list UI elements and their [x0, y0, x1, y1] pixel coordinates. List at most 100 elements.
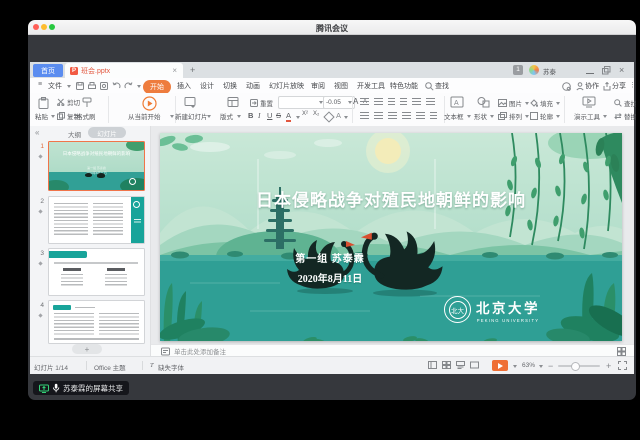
align-left-icon[interactable]: [360, 112, 369, 120]
wps-home-button[interactable]: 首页: [33, 64, 63, 77]
underline-button[interactable]: U: [267, 111, 272, 120]
save-icon[interactable]: [76, 82, 84, 90]
notes-layout-icon[interactable]: [617, 347, 626, 356]
tab-devtools[interactable]: 开发工具: [357, 81, 385, 91]
screen-share-banner[interactable]: 苏泰霖的屏幕共享: [33, 381, 129, 395]
redo-icon[interactable]: [124, 82, 133, 90]
overflow-menu-icon[interactable]: ⋮: [629, 81, 636, 89]
document-tab[interactable]: P 班会.pptx ×: [65, 63, 183, 78]
numbering-icon[interactable]: [374, 98, 383, 106]
fill-button[interactable]: 填充: [530, 98, 560, 108]
columns-icon[interactable]: [412, 98, 421, 106]
close-tab-icon[interactable]: ×: [172, 66, 177, 75]
account-name[interactable]: 苏泰: [543, 66, 556, 76]
print-preview-icon[interactable]: [100, 82, 108, 90]
account-avatar[interactable]: [529, 65, 539, 75]
text-direction-icon[interactable]: [426, 98, 435, 106]
print-icon[interactable]: [88, 82, 96, 90]
tab-review[interactable]: 审阅: [311, 81, 325, 91]
present-tools-button[interactable]: 演示工具: [574, 111, 600, 121]
find-menu-label[interactable]: 查找: [435, 81, 449, 91]
format-painter-button[interactable]: 格式刷: [76, 111, 96, 121]
slides-tab[interactable]: 幻灯片: [88, 127, 126, 138]
slide-canvas[interactable]: 日本侵略战争对殖民地朝鲜的影响 第一组 苏泰霖 2020年8月11日 北大 北京…: [160, 133, 622, 341]
search-icon[interactable]: [425, 82, 434, 91]
shapes-button[interactable]: 形状: [474, 111, 487, 121]
slide-sorter-view-icon[interactable]: [442, 361, 451, 369]
align-justify-icon[interactable]: [402, 112, 411, 120]
quickbar-more-icon[interactable]: [137, 85, 141, 88]
reset-button[interactable]: 重置: [250, 98, 273, 108]
tab-animation[interactable]: 动画: [246, 81, 260, 91]
paste-button[interactable]: 粘贴: [35, 111, 48, 121]
window-minimize-button[interactable]: [586, 65, 594, 74]
replace-button[interactable]: 替换: [614, 111, 636, 121]
animation-indicator-icon[interactable]: [38, 209, 42, 213]
outline-button[interactable]: 轮廓: [530, 111, 560, 121]
animation-indicator-icon[interactable]: [38, 313, 42, 317]
play-from-current-icon[interactable]: [142, 96, 157, 111]
new-tab-icon[interactable]: +: [190, 65, 195, 75]
textbox-button[interactable]: 文本框: [444, 111, 464, 121]
bold-button[interactable]: B: [248, 111, 253, 120]
line-spacing-icon[interactable]: [430, 112, 437, 120]
present-tools-icon[interactable]: [582, 96, 596, 108]
fullscreen-icon[interactable]: [618, 361, 627, 370]
slide-thumbnail-3[interactable]: [48, 248, 145, 296]
new-slide-icon[interactable]: [184, 96, 197, 109]
cut-button[interactable]: 剪切: [57, 97, 80, 107]
font-color-button[interactable]: A: [286, 111, 291, 122]
outline-tab[interactable]: 大纲: [68, 129, 81, 139]
slide-presenter[interactable]: 第一组 苏泰霖: [160, 250, 500, 265]
share-label[interactable]: 分享: [612, 81, 626, 91]
hamburger-icon[interactable]: ≡: [38, 81, 42, 88]
slide-thumbnail-4[interactable]: [48, 300, 145, 344]
normal-view-icon[interactable]: [428, 361, 437, 369]
highlight-color-icon[interactable]: [323, 111, 334, 122]
reading-view-icon[interactable]: [470, 361, 479, 369]
arrange-button[interactable]: 排列: [498, 111, 529, 121]
zoom-in-button[interactable]: +: [606, 361, 611, 371]
collapse-panel-icon[interactable]: «: [35, 128, 39, 137]
indent-icon[interactable]: [400, 98, 407, 106]
play-slideshow-button[interactable]: [492, 360, 508, 371]
window-restore-button[interactable]: [602, 66, 611, 75]
tab-slideshow[interactable]: 幻灯片放映: [269, 81, 304, 91]
tab-home[interactable]: 开始: [143, 80, 171, 94]
textbox-icon[interactable]: A: [450, 96, 464, 108]
paste-icon[interactable]: [38, 97, 49, 109]
increase-font-icon[interactable]: A: [353, 97, 358, 106]
strikethrough-button[interactable]: S: [276, 111, 281, 120]
slide-title[interactable]: 日本侵略战争对殖民地朝鲜的影响: [160, 186, 622, 211]
layout-button[interactable]: 版式: [220, 111, 233, 121]
font-size-combo[interactable]: -0.05: [323, 96, 355, 109]
cloud-sync-icon[interactable]: [562, 82, 571, 91]
notes-view-icon[interactable]: [456, 361, 465, 369]
font-name-combo[interactable]: [278, 96, 326, 109]
zoom-caret-icon[interactable]: [539, 365, 543, 368]
window-close-button[interactable]: ×: [619, 65, 624, 75]
subscript-icon[interactable]: X₂: [313, 111, 319, 117]
tab-design[interactable]: 设计: [200, 81, 214, 91]
tab-features[interactable]: 特色功能: [390, 81, 418, 91]
zoom-out-button[interactable]: −: [548, 361, 553, 371]
superscript-icon[interactable]: X²: [302, 111, 308, 117]
slide-date[interactable]: 2020年8月11日: [160, 270, 500, 285]
format-painter-icon[interactable]: [82, 97, 92, 108]
animation-indicator-icon[interactable]: [38, 261, 42, 265]
play-options-caret-icon[interactable]: [513, 365, 517, 368]
tab-view[interactable]: 视图: [334, 81, 348, 91]
italic-button[interactable]: I: [258, 111, 261, 120]
align-right-icon[interactable]: [388, 112, 397, 120]
slide-thumbnail-2[interactable]: [48, 196, 145, 244]
layout-icon[interactable]: [227, 96, 240, 109]
new-slide-button[interactable]: 新建幻灯片: [175, 111, 208, 121]
tab-transitions[interactable]: 切换: [223, 81, 237, 91]
play-from-current-button[interactable]: 从当前开始: [128, 111, 161, 121]
share-icon[interactable]: [603, 82, 611, 91]
zoom-level[interactable]: 63%: [522, 362, 535, 369]
zoom-slider-knob[interactable]: [571, 362, 580, 371]
bullets-icon[interactable]: [360, 98, 369, 106]
distribute-icon[interactable]: [416, 112, 425, 120]
picture-button[interactable]: 图片: [498, 98, 529, 108]
